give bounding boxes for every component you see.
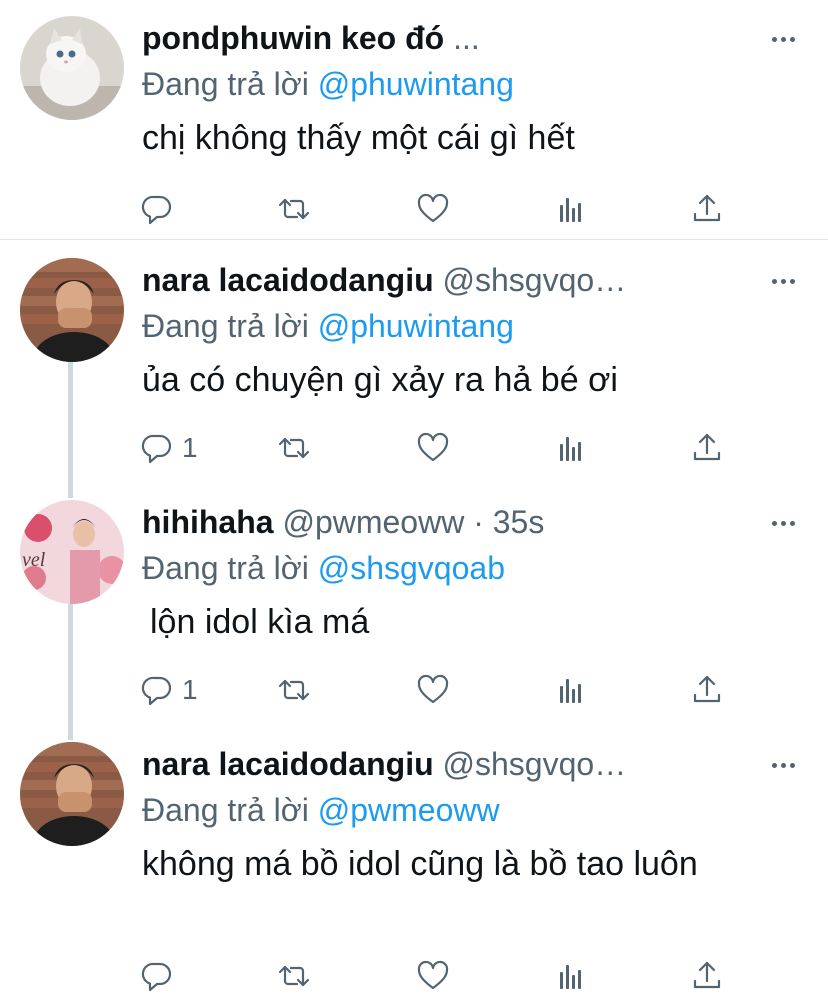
views-icon [560,437,581,461]
reply-icon [141,195,172,225]
views-icon [560,198,581,222]
handle[interactable]: @shsgvqo… [443,262,627,298]
like-button[interactable] [416,670,450,710]
views-button[interactable] [554,428,588,468]
like-icon [417,960,449,990]
like-button[interactable] [416,189,450,229]
handle[interactable]: @shsgvqo… [443,746,627,782]
share-button[interactable] [690,670,724,710]
retweet-button[interactable] [277,428,311,468]
tweet[interactable]: nara lacaidodangiu @shsgvqo… Đang trả lờ… [0,742,828,1004]
reply-count: 1 [182,432,198,463]
action-bar [140,189,740,229]
reply-icon [141,962,172,992]
more-icon[interactable] [772,508,802,538]
replying-to: Đang trả lời @phuwintang [142,62,514,106]
views-button[interactable] [554,670,588,710]
tweet-header: hihihaha @pwmeoww · 35s [142,500,742,544]
reply-button[interactable] [140,956,182,996]
replying-label: Đang trả lời [142,66,309,102]
handle[interactable]: ... [453,20,480,56]
retweet-button[interactable] [277,670,311,710]
tweet-text: lộn idol kìa má [150,603,370,641]
mention-link[interactable]: @pwmeoww [318,792,500,828]
display-name[interactable]: nara lacaidodangiu [142,262,434,298]
tweet-text: ủa có chuyện gì xảy ra hả bé ơi [142,361,618,399]
avatar-image: vel [20,500,124,604]
tweet-text: chị không thấy một cái gì hết [142,119,575,157]
views-button[interactable] [554,189,588,229]
reply-count: 1 [182,674,198,705]
avatar[interactable]: vel [20,500,124,604]
more-icon[interactable] [772,266,802,296]
display-name[interactable]: pondphuwin keo đó [142,20,444,56]
tweet[interactable]: pondphuwin keo đó ... Đang trả lời @phuw… [0,16,828,238]
like-icon [417,432,449,462]
views-button[interactable] [554,956,588,996]
like-button[interactable] [416,956,450,996]
reply-button[interactable]: 1 [140,670,198,710]
display-name[interactable]: nara lacaidodangiu [142,746,434,782]
avatar-image [20,258,124,362]
retweet-icon [278,679,310,701]
replying-to: Đang trả lời @phuwintang [142,304,514,348]
action-bar [140,956,740,996]
divider [0,239,828,240]
replying-label: Đang trả lời [142,308,309,344]
avatar-image [20,742,124,846]
avatar[interactable] [20,16,124,120]
share-button[interactable] [690,189,724,229]
share-button[interactable] [690,428,724,468]
reply-icon [141,434,172,464]
mention-link[interactable]: @phuwintang [318,308,514,344]
replying-to: Đang trả lời @shsgvqoab [142,546,505,590]
display-name[interactable]: hihihaha [142,504,274,540]
avatar-image [20,16,124,120]
share-icon [693,194,721,222]
retweet-icon [278,437,310,459]
share-icon [693,961,721,989]
more-icon[interactable] [772,24,802,54]
mention-link[interactable]: @phuwintang [318,66,514,102]
handle[interactable]: @pwmeoww [282,504,464,540]
avatar[interactable] [20,258,124,362]
svg-text:vel: vel [22,549,46,571]
replying-label: Đang trả lời [142,792,309,828]
tweet-header: nara lacaidodangiu @shsgvqo… [142,742,742,786]
retweet-button[interactable] [277,189,311,229]
like-icon [417,674,449,704]
tweet-header: pondphuwin keo đó ... [142,16,742,60]
like-button[interactable] [416,428,450,468]
action-bar: 1 [140,670,740,710]
tweet[interactable]: vel hihihaha @pwmeoww · 35s Đang trả lời… [0,500,828,722]
reply-button[interactable]: 1 [140,428,198,468]
retweet-icon [278,198,310,220]
tweet-header: nara lacaidodangiu @shsgvqo… [142,258,742,302]
share-icon [693,433,721,461]
tweet-text: không má bồ idol cũng là bồ tao luôn [142,845,698,883]
views-icon [560,679,581,703]
mention-link[interactable]: @shsgvqoab [318,550,505,586]
avatar[interactable] [20,742,124,846]
more-icon[interactable] [772,750,802,780]
replying-to: Đang trả lời @pwmeoww [142,788,500,832]
share-icon [693,675,721,703]
views-icon [560,965,581,989]
timestamp[interactable]: · 35s [473,504,544,540]
retweet-icon [278,965,310,987]
retweet-button[interactable] [277,956,311,996]
share-button[interactable] [690,956,724,996]
reply-icon [141,676,172,706]
action-bar: 1 [140,428,740,468]
tweet[interactable]: nara lacaidodangiu @shsgvqo… Đang trả lờ… [0,258,828,480]
replying-label: Đang trả lời [142,550,309,586]
reply-button[interactable] [140,189,182,229]
like-icon [417,193,449,223]
